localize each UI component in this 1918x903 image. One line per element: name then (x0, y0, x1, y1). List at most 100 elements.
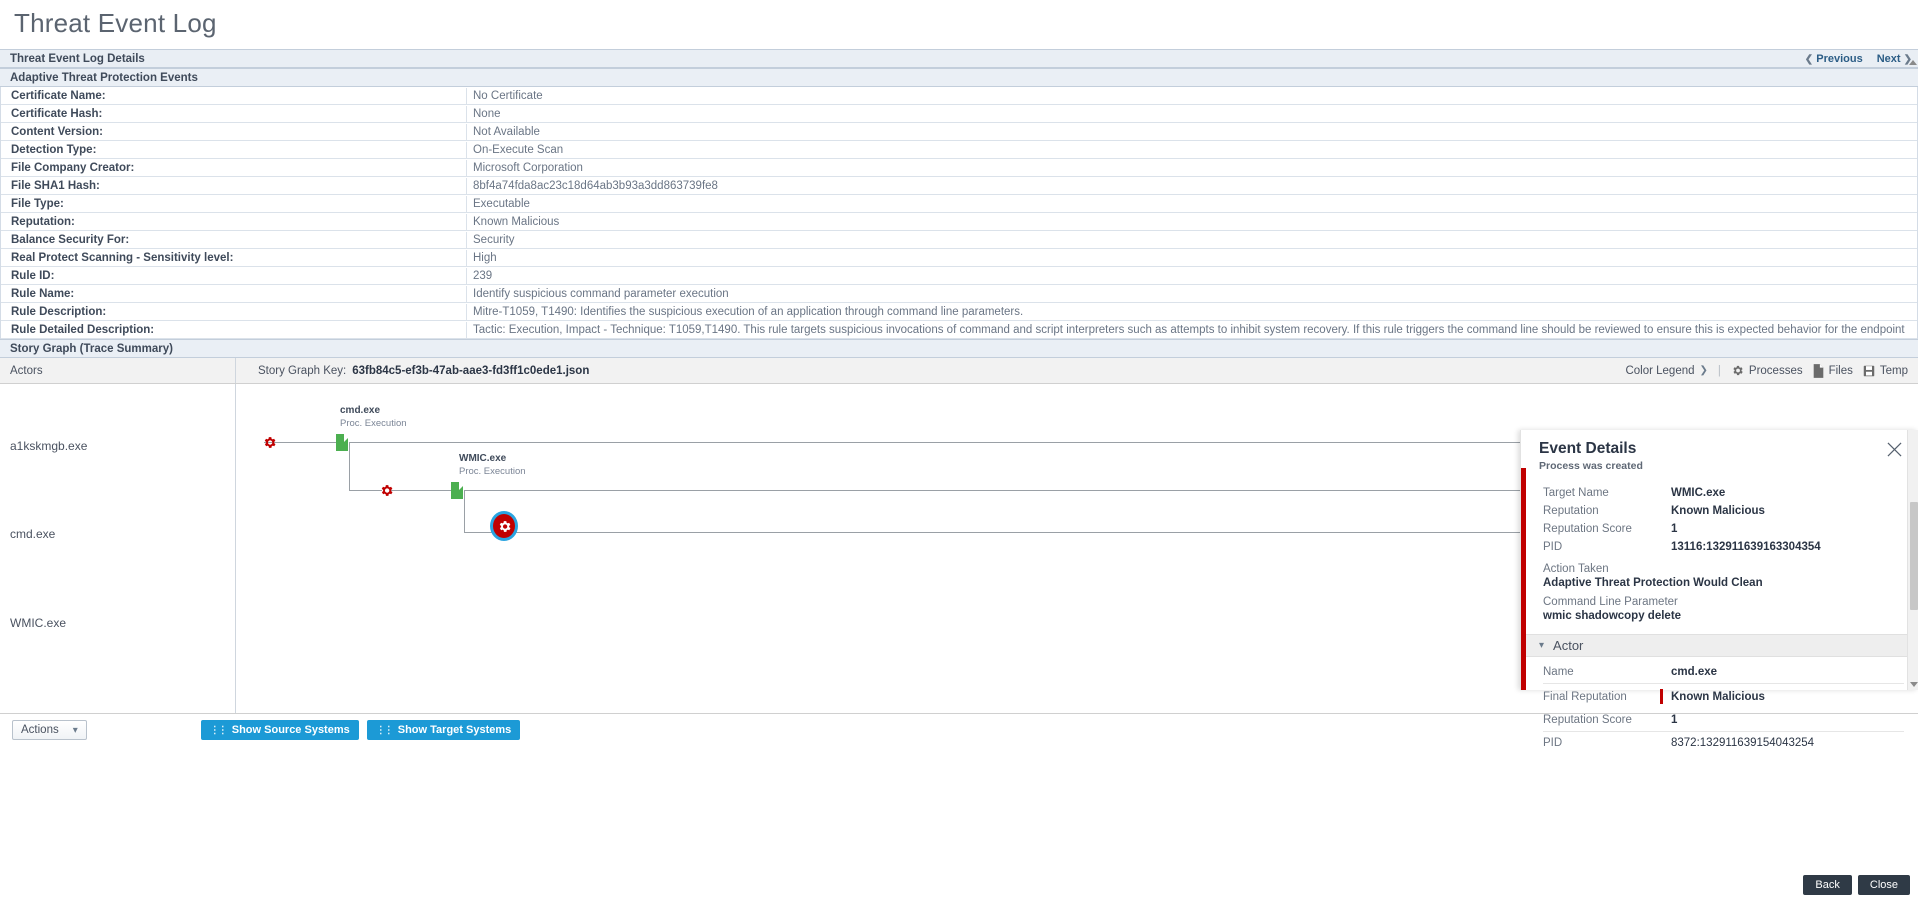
dialog-footer: Back Close (1803, 875, 1910, 895)
detail-row: Rule ID: 239 (1, 267, 1917, 285)
graph-tools: Color Legend ❯ | Processes Files Temp (1625, 364, 1918, 378)
event-detail-block: Action Taken Adaptive Threat Protection W… (1521, 556, 1918, 589)
story-graph-header-bar: Story Graph (Trace Summary) (0, 339, 1918, 358)
show-target-systems-button[interactable]: ⋮⋮ Show Target Systems (366, 720, 521, 740)
actors-column-header: Actors (0, 358, 236, 383)
event-details-title: Event Details (1539, 440, 1637, 457)
event-detail-row: Target Name WMIC.exe (1543, 484, 1904, 502)
close-button[interactable]: Close (1857, 875, 1910, 895)
event-details-subtitle: Process was created (1539, 460, 1643, 472)
actor-label[interactable]: cmd.exe (10, 527, 55, 541)
actors-pane: a1kskmgb.exe cmd.exe WMIC.exe (0, 384, 236, 713)
detail-value: Tactic: Execution, Impact - Technique: T… (473, 323, 1905, 336)
temp-filter-button[interactable]: Temp (1863, 365, 1908, 377)
detail-key: Balance Security For: (1, 231, 467, 248)
graph-edge (516, 532, 1649, 533)
detail-row: Detection Type: On-Execute Scan (1, 141, 1917, 159)
scroll-down-arrow-icon[interactable] (1910, 682, 1918, 687)
event-detail-key: Reputation Score (1543, 523, 1632, 535)
detail-row: Certificate Hash: None (1, 105, 1917, 123)
section-header-label: Adaptive Threat Protection Events (10, 71, 198, 84)
next-label: Next (1876, 52, 1901, 65)
event-detail-value: 1 (1671, 523, 1678, 535)
show-source-systems-button[interactable]: ⋮⋮ Show Source Systems (200, 720, 359, 740)
detail-key: Rule Detailed Description: (1, 321, 467, 338)
severity-accent-bar (1521, 468, 1526, 690)
detail-row: Reputation: Known Malicious (1, 213, 1917, 231)
graph-node-selected[interactable] (490, 511, 518, 541)
detail-row: Rule Name: Identify suspicious command pa… (1, 285, 1917, 303)
toolbar-divider: | (1717, 364, 1721, 377)
event-detail-row: Reputation Score 1 (1543, 520, 1904, 538)
floppy-icon (1863, 365, 1875, 377)
detail-row: Real Protect Scanning - Sensitivity leve… (1, 249, 1917, 267)
detail-value: Executable (473, 197, 530, 210)
graph-node-gear[interactable] (379, 483, 394, 498)
actor-detail-value: Known Malicious (1671, 690, 1765, 703)
reputation-severity-marker (1660, 689, 1663, 704)
next-record-button[interactable]: Next ❯ (1877, 53, 1912, 65)
chevron-left-icon: ❮ (1804, 53, 1814, 65)
detail-key: Rule ID: (1, 267, 467, 284)
files-label: Files (1828, 364, 1853, 377)
actor-detail-value: 1 (1671, 714, 1678, 726)
node-title-wmic: WMIC.exe (459, 453, 507, 464)
detail-value: High (473, 251, 497, 264)
node-subtitle-cmd: Proc. Execution (340, 418, 407, 429)
event-detail-value: 13116:132911639163304354 (1671, 541, 1821, 553)
detail-row: Rule Detailed Description: Tactic: Execut… (1, 321, 1917, 339)
graph-node-gear[interactable] (262, 435, 277, 450)
event-detail-block: Command Line Parameter wmic shadowcopy de… (1521, 589, 1918, 622)
actor-detail-key: Name (1543, 666, 1574, 678)
record-navigation: ❮ Previous Next ❯ (1805, 50, 1912, 67)
flyout-scroll-thumb[interactable] (1910, 502, 1918, 610)
detail-row: Content Version: Not Available (1, 123, 1917, 141)
actor-section-toggle[interactable]: ▾ Actor (1521, 634, 1918, 657)
story-graph-key-label: Story Graph Key: (258, 364, 347, 377)
files-filter-button[interactable]: Files (1813, 364, 1853, 378)
color-legend-button[interactable]: Color Legend ❯ (1625, 365, 1707, 377)
event-detail-key: Command Line Parameter (1543, 596, 1678, 608)
detail-value: Security (473, 233, 515, 246)
threat-event-details-table: Certificate Name: No Certificate Certifica… (0, 87, 1918, 339)
close-icon[interactable] (1887, 442, 1902, 457)
event-detail-key: Target Name (1543, 487, 1609, 499)
processes-filter-button[interactable]: Processes (1731, 364, 1803, 377)
detail-row: Balance Security For: Security (1, 231, 1917, 249)
graph-node-process[interactable] (451, 482, 463, 499)
flyout-scrollbar[interactable] (1907, 430, 1918, 690)
grip-icon: ⋮⋮ (209, 724, 228, 736)
actor-label[interactable]: a1kskmgb.exe (10, 439, 87, 453)
actor-detail-rows: Name cmd.exe Final Reputation Known Malicio… (1521, 657, 1918, 754)
previous-record-button[interactable]: ❮ Previous (1805, 53, 1863, 65)
node-title-cmd: cmd.exe (340, 405, 381, 416)
detail-row: File SHA1 Hash: 8bf4a74fda8ac23c18d64ab3b… (1, 177, 1917, 195)
chevron-down-icon: ▾ (72, 724, 78, 736)
event-detail-value: WMIC.exe (1671, 487, 1726, 499)
detail-key: Reputation: (1, 213, 467, 230)
event-detail-value: wmic shadowcopy delete (1543, 610, 1682, 622)
detail-key: File SHA1 Hash: (1, 177, 467, 194)
detail-key: Real Protect Scanning - Sensitivity leve… (1, 249, 467, 266)
actor-detail-value: 8372:132911639154043254 (1671, 737, 1815, 749)
node-subtitle-wmic: Proc. Execution (459, 466, 526, 477)
detail-value: Known Malicious (473, 215, 560, 228)
graph-edge (349, 442, 350, 491)
actor-label[interactable]: WMIC.exe (10, 616, 66, 630)
scroll-up-arrow-icon[interactable] (1909, 60, 1917, 65)
actor-detail-key: Reputation Score (1543, 714, 1632, 726)
graph-edge (464, 490, 465, 533)
graph-edge (349, 490, 382, 491)
detail-value: On-Execute Scan (473, 143, 564, 156)
show-target-label: Show Target Systems (397, 724, 512, 736)
page-title: Threat Event Log (14, 8, 217, 38)
detail-key: Certificate Hash: (1, 105, 467, 122)
actor-detail-value: cmd.exe (1671, 666, 1718, 678)
actor-detail-row: Name cmd.exe (1543, 661, 1904, 684)
back-button[interactable]: Back (1803, 875, 1852, 895)
actions-dropdown[interactable]: Actions ▾ (12, 720, 87, 740)
story-graph-key: Story Graph Key: 63fb84c5-ef3b-47ab-aae3… (236, 364, 1918, 378)
color-legend-label: Color Legend (1625, 364, 1695, 377)
graph-node-process[interactable] (336, 434, 348, 451)
detail-row: Certificate Name: No Certificate (1, 87, 1917, 105)
